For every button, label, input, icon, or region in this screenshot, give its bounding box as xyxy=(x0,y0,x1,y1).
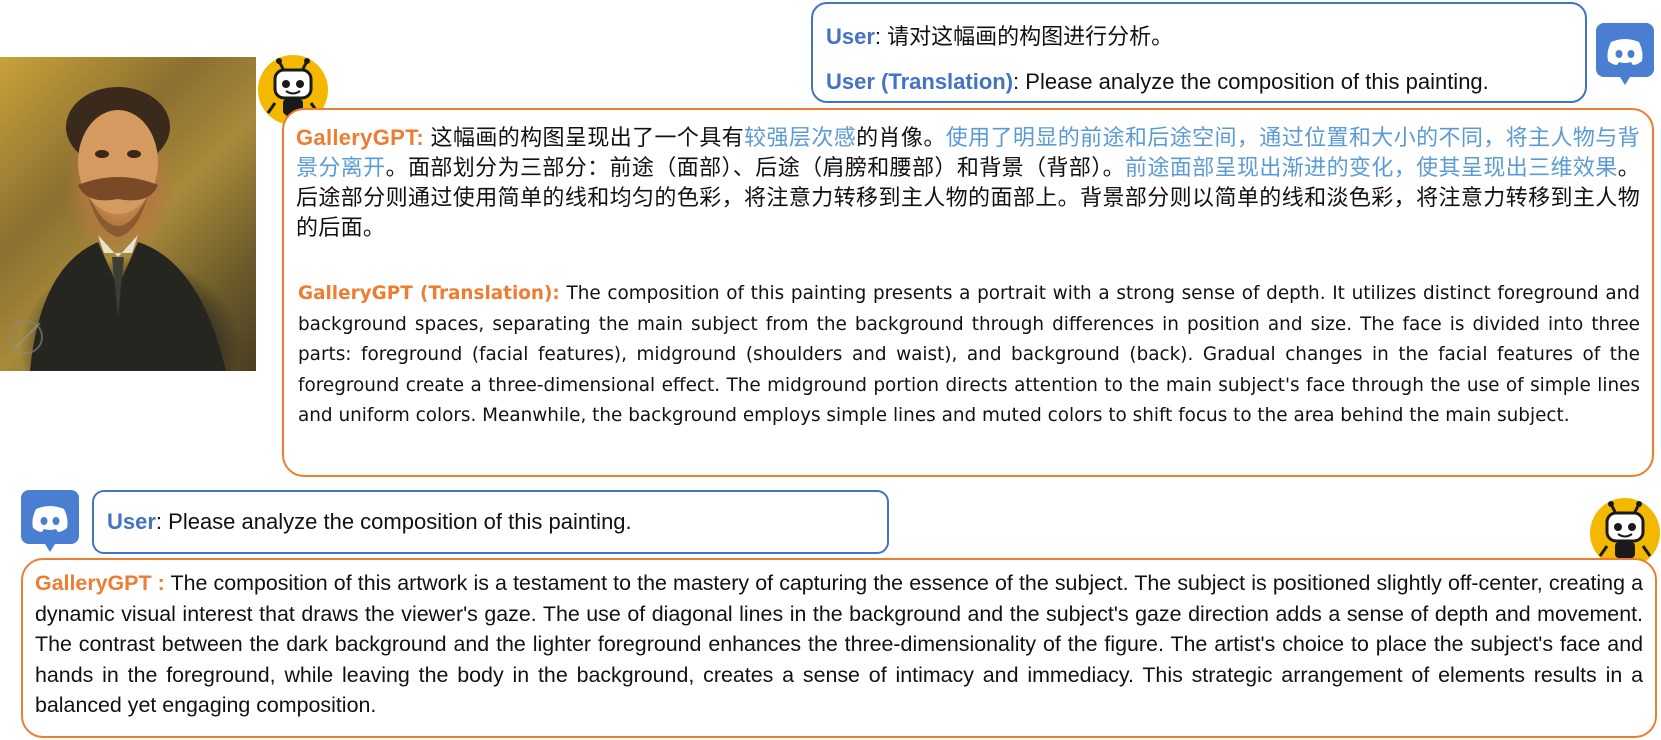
user-speaker-label: User xyxy=(107,509,156,534)
top-user-line: User: 请对这幅画的构图进行分析。 xyxy=(826,22,1173,52)
bot-zh-segment: 。面部划分为三部分：前途（面部）、后途（肩膀和腰部）和背景（背部）。 xyxy=(385,155,1126,180)
user-message-text: : 请对这幅画的构图进行分析。 xyxy=(874,24,1174,49)
top-user-translation-line: User (Translation): Please analyze the c… xyxy=(826,67,1489,97)
bottom-bot-text: GalleryGPT : The composition of this art… xyxy=(35,568,1643,721)
bottom-bot-message: GalleryGPT : The composition of this art… xyxy=(21,558,1657,738)
bot-speaker-label: GalleryGPT: xyxy=(296,125,425,150)
user-translation-text: : Please analyze the composition of this… xyxy=(1013,69,1489,94)
user-speaker-label: User xyxy=(826,24,875,49)
bot-translation-body: The composition of this painting present… xyxy=(298,283,1640,426)
bot-translation-speaker-label: GalleryGPT (Translation): xyxy=(298,283,560,304)
bot-speaker-label: GalleryGPT : xyxy=(35,571,165,595)
bot-message-body: The composition of this artwork is a tes… xyxy=(35,571,1644,717)
top-user-message: User: 请对这幅画的构图进行分析。 User (Translation): … xyxy=(811,2,1587,103)
bot-zh-highlight: 较强层次感 xyxy=(744,125,857,150)
discord-logo-icon xyxy=(1596,23,1654,85)
user-message-text: : Please analyze the composition of this… xyxy=(155,509,632,534)
portrait-painting-image xyxy=(0,57,256,371)
top-bot-chinese-text: GalleryGPT: 这幅画的构图呈现出了一个具有较强层次感的肖像。使用了明显… xyxy=(296,123,1640,243)
bottom-user-line: User: Please analyze the composition of … xyxy=(107,507,632,537)
bot-zh-segment: 这幅画的构图呈现出了一个具有 xyxy=(424,125,745,150)
top-bot-translation-text: GalleryGPT (Translation): The compositio… xyxy=(298,279,1640,432)
user-translation-speaker-label: User (Translation) xyxy=(826,69,1014,94)
bot-zh-highlight: 前途面部呈现出渐进的变化，使其呈现出三维效果 xyxy=(1125,155,1618,180)
portrait-painting-figure xyxy=(9,87,226,371)
top-bot-message: GalleryGPT: 这幅画的构图呈现出了一个具有较强层次感的肖像。使用了明显… xyxy=(282,108,1654,477)
bot-zh-segment: 的肖像。 xyxy=(856,125,946,150)
discord-logo-icon xyxy=(21,490,79,552)
bottom-user-message: User: Please analyze the composition of … xyxy=(92,490,889,554)
